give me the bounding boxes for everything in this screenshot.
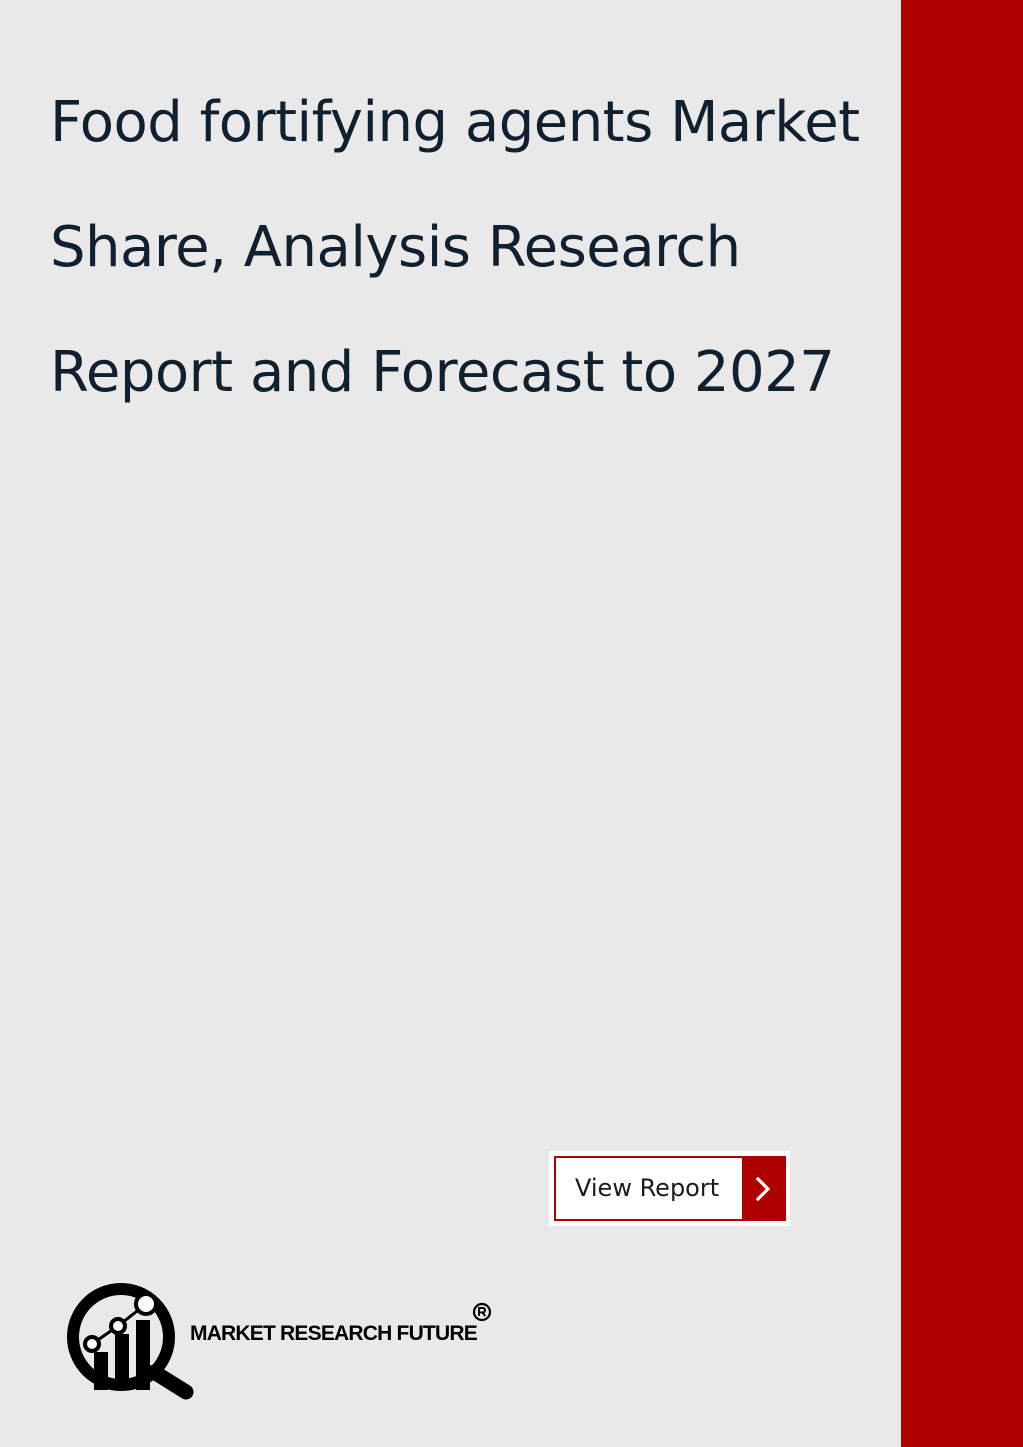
brand-logo: MARKET RESEARCH FUTURE <box>66 1282 506 1400</box>
document-title: Food fortifying agents Market Share, Ana… <box>50 60 895 435</box>
document-page: Food fortifying agents Market Share, Ana… <box>0 0 1023 1447</box>
title-line-1: Food fortifying agents Market <box>50 90 860 155</box>
view-report-button[interactable]: View Report <box>549 1151 790 1226</box>
title-line-2: Share, Analysis Research <box>50 215 741 280</box>
registered-mark-icon <box>472 1302 492 1322</box>
magnifier-chart-icon <box>67 1283 194 1400</box>
red-side-band <box>901 0 1023 1447</box>
view-report-label: View Report <box>575 1174 720 1202</box>
brand-name: MARKET RESEARCH FUTURE <box>190 1322 478 1345</box>
view-report-frame: View Report <box>554 1156 786 1221</box>
chevron-right-icon <box>742 1158 784 1219</box>
title-line-3: Report and Forecast to 2027 <box>50 340 835 405</box>
